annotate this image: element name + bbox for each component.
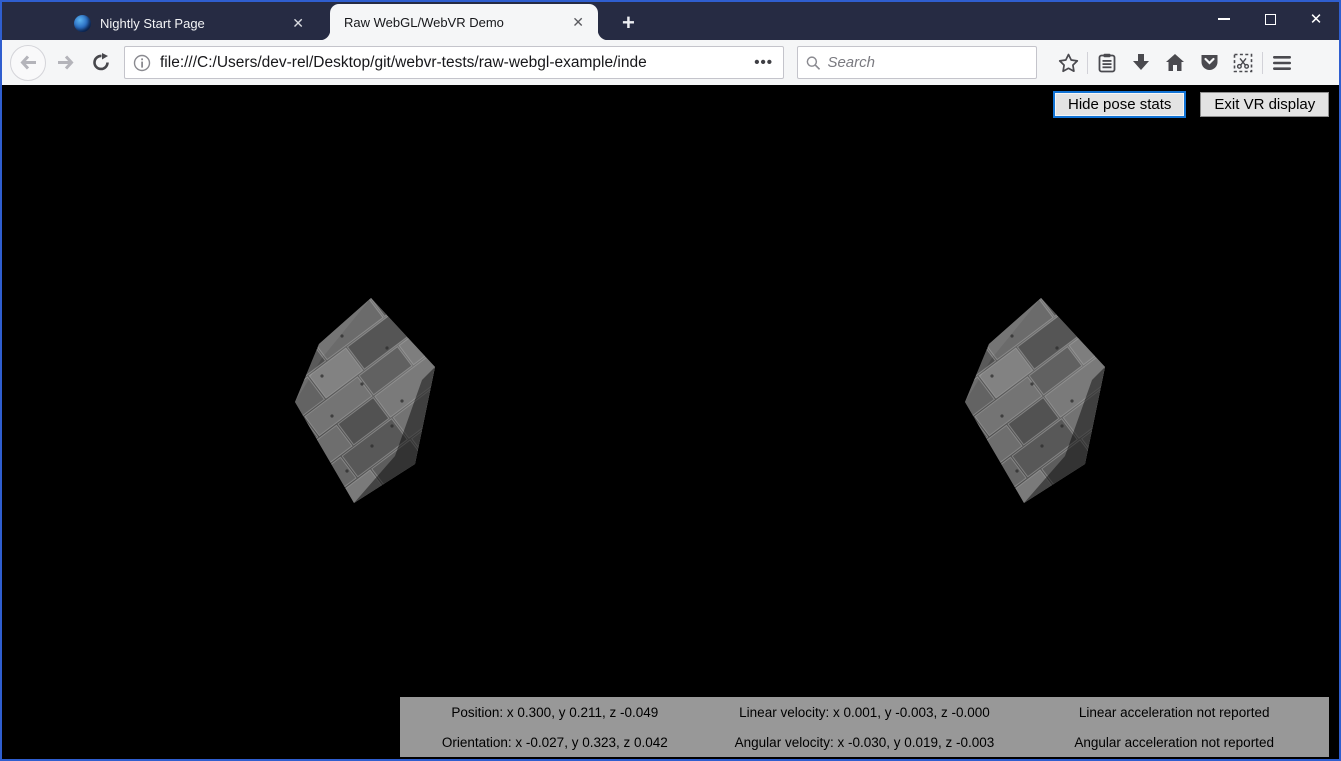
menu-button[interactable] bbox=[1265, 48, 1299, 78]
url-text: file:///C:/Users/dev-rel/Desktop/git/web… bbox=[160, 54, 752, 72]
right-eye-cube bbox=[962, 296, 1112, 506]
webgl-page-content: Hide pose stats Exit VR display Position… bbox=[2, 85, 1339, 759]
tab-nightly-start-page[interactable]: Nightly Start Page ✕ bbox=[60, 6, 318, 40]
screenshot-button[interactable] bbox=[1226, 48, 1260, 78]
vr-control-buttons: Hide pose stats Exit VR display bbox=[1053, 92, 1329, 118]
maximize-button[interactable] bbox=[1247, 2, 1293, 36]
reading-list-icon bbox=[1098, 53, 1116, 73]
forward-button[interactable] bbox=[50, 48, 80, 78]
reading-list-button[interactable] bbox=[1090, 48, 1124, 78]
maximize-icon bbox=[1265, 14, 1276, 25]
browser-window: Nightly Start Page ✕ Raw WebGL/WebVR Dem… bbox=[0, 0, 1341, 761]
screenshot-scissors-icon bbox=[1233, 53, 1253, 73]
bookmark-button[interactable] bbox=[1051, 48, 1085, 78]
orientation-stat: Orientation: x -0.027, y 0.323, z 0.042 bbox=[400, 735, 710, 750]
download-arrow-icon bbox=[1132, 53, 1150, 72]
minimize-icon bbox=[1218, 18, 1230, 20]
exit-vr-display-button[interactable]: Exit VR display bbox=[1200, 92, 1329, 117]
linear-velocity-stat: Linear velocity: x 0.001, y -0.003, z -0… bbox=[710, 705, 1020, 720]
page-info-icon[interactable] bbox=[133, 54, 151, 72]
tab-close-icon[interactable]: ✕ bbox=[288, 14, 308, 32]
pose-stats-panel: Position: x 0.300, y 0.211, z -0.049 Lin… bbox=[400, 697, 1329, 757]
back-button[interactable] bbox=[10, 45, 46, 81]
titlebar-drag-space bbox=[2, 2, 60, 40]
pocket-button[interactable] bbox=[1192, 48, 1226, 78]
page-actions-button[interactable]: ••• bbox=[752, 54, 775, 71]
angular-acceleration-stat: Angular acceleration not reported bbox=[1019, 735, 1329, 750]
url-bar[interactable]: file:///C:/Users/dev-rel/Desktop/git/web… bbox=[124, 46, 784, 79]
close-window-button[interactable]: ✕ bbox=[1293, 2, 1339, 36]
angular-velocity-stat: Angular velocity: x -0.030, y 0.019, z -… bbox=[710, 735, 1020, 750]
back-arrow-icon bbox=[20, 55, 37, 70]
bookmark-star-icon bbox=[1058, 53, 1079, 73]
pocket-icon bbox=[1200, 53, 1219, 72]
globe-favicon-icon bbox=[74, 15, 91, 32]
downloads-button[interactable] bbox=[1124, 48, 1158, 78]
window-controls: ✕ bbox=[1201, 2, 1339, 36]
toolbar-divider bbox=[1087, 52, 1088, 74]
forward-arrow-icon bbox=[57, 55, 74, 70]
position-stat: Position: x 0.300, y 0.211, z -0.049 bbox=[400, 705, 710, 720]
search-input[interactable] bbox=[827, 54, 1028, 71]
toolbar-action-icons bbox=[1051, 48, 1299, 78]
reload-icon bbox=[92, 53, 111, 72]
search-icon bbox=[806, 55, 820, 71]
close-icon: ✕ bbox=[1310, 12, 1323, 27]
reload-button[interactable] bbox=[86, 48, 116, 78]
hide-pose-stats-button[interactable]: Hide pose stats bbox=[1053, 91, 1186, 118]
left-eye-cube bbox=[292, 296, 442, 506]
hamburger-menu-icon bbox=[1273, 56, 1291, 70]
tab-title: Raw WebGL/WebVR Demo bbox=[344, 15, 568, 30]
navigation-toolbar: file:///C:/Users/dev-rel/Desktop/git/web… bbox=[2, 40, 1339, 85]
home-button[interactable] bbox=[1158, 48, 1192, 78]
tab-title: Nightly Start Page bbox=[100, 16, 288, 31]
linear-acceleration-stat: Linear acceleration not reported bbox=[1019, 705, 1329, 720]
home-icon bbox=[1165, 53, 1185, 72]
tab-close-icon[interactable]: ✕ bbox=[568, 13, 588, 31]
minimize-button[interactable] bbox=[1201, 2, 1247, 36]
tab-raw-webgl-webvr-demo[interactable]: Raw WebGL/WebVR Demo ✕ bbox=[330, 4, 598, 40]
new-tab-button[interactable]: + bbox=[612, 12, 645, 34]
tab-bar: Nightly Start Page ✕ Raw WebGL/WebVR Dem… bbox=[2, 2, 1339, 40]
search-box[interactable] bbox=[797, 46, 1037, 79]
toolbar-divider bbox=[1262, 52, 1263, 74]
